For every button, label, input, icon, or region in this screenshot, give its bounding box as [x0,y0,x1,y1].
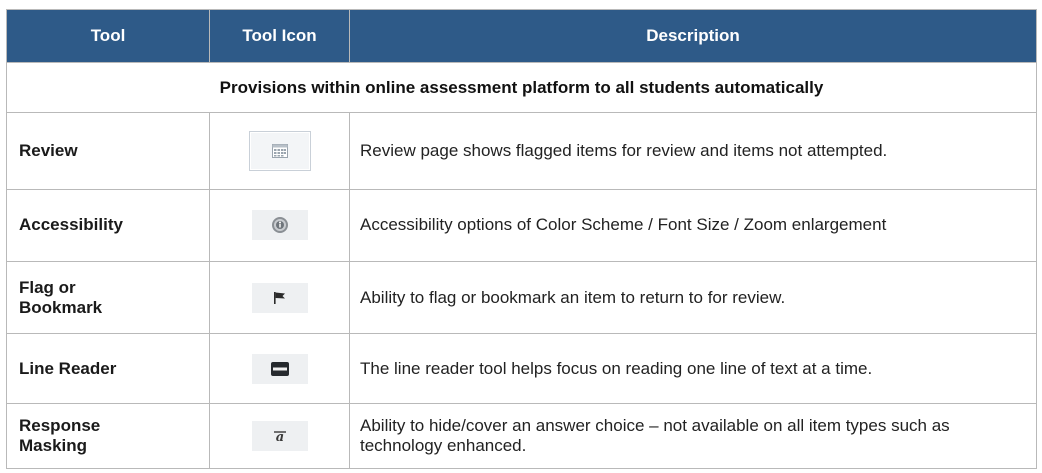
tool-description: Accessibility options of Color Scheme / … [349,188,1037,262]
table-row: Response Masking a Ability to hide/cover… [6,402,1037,470]
line-reader-icon [251,353,308,384]
tool-name: Review [6,111,210,190]
table-row: Review Review page shows flagged items f… [6,111,1037,190]
tool-name: Flag or Bookmark [6,260,210,335]
header-tool: Tool [6,8,210,64]
tool-icon-cell [209,188,350,262]
tool-name: Response Masking [6,402,210,470]
tool-icon-cell [209,111,350,190]
tool-description: Ability to hide/cover an answer choice –… [349,402,1037,470]
tool-description: Review page shows flagged items for revi… [349,111,1037,190]
answer-masking-icon: a [251,420,308,451]
accessibility-circle-icon [251,210,308,241]
tool-description: The line reader tool helps focus on read… [349,333,1037,404]
table-row: Flag or Bookmark Ability to flag or book… [6,260,1037,335]
tool-name: Accessibility [6,188,210,262]
tool-icon-cell [209,333,350,404]
flag-icon [251,282,308,313]
tool-name: Line Reader [6,333,210,404]
calendar-grid-icon [248,130,311,171]
tool-description: Ability to flag or bookmark an item to r… [349,260,1037,335]
section-row: Provisions within online assessment plat… [6,62,1037,113]
header-tool-icon: Tool Icon [209,8,350,64]
tool-icon-cell [209,260,350,335]
tool-icon-cell: a [209,402,350,470]
header-description: Description [349,8,1037,64]
table-header-row: Tool Tool Icon Description [6,8,1037,64]
table-row: Accessibility Accessibility options of C… [6,188,1037,262]
table-row: Line Reader The line reader tool helps f… [6,333,1037,404]
section-title: Provisions within online assessment plat… [6,62,1037,113]
tools-table: Tool Tool Icon Description Provisions wi… [6,8,1037,470]
